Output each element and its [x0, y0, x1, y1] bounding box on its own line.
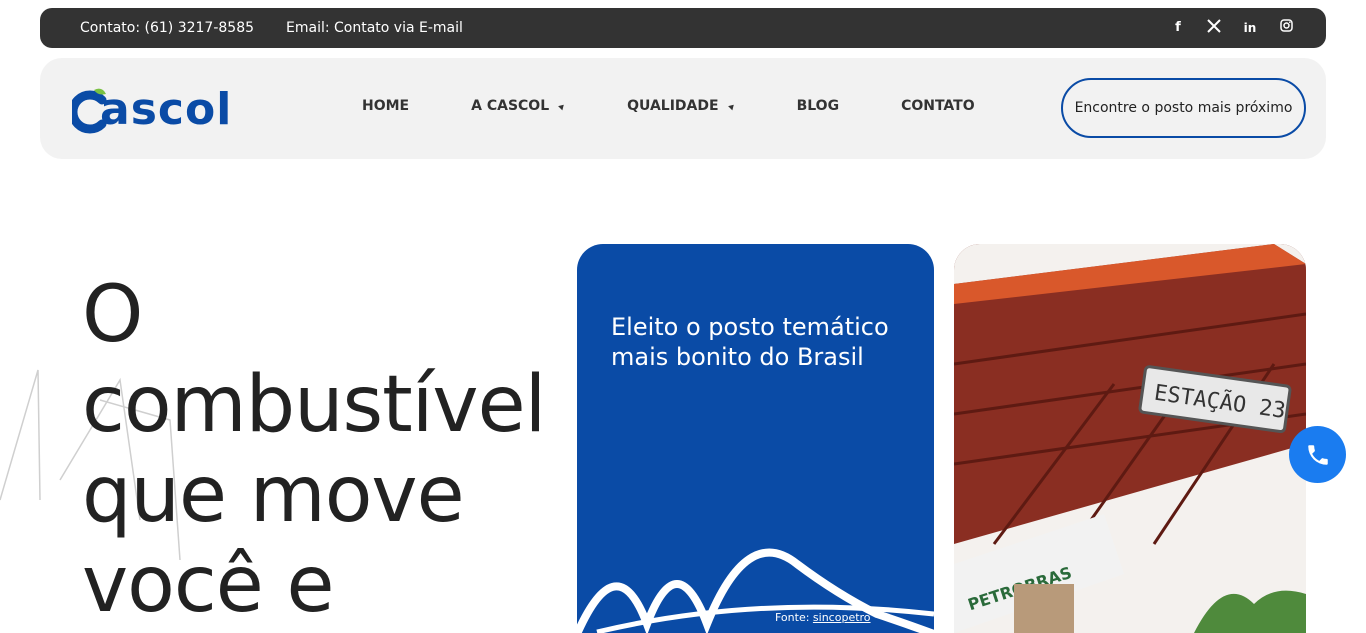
award-card: Eleito o posto temático mais bonito do B… [577, 244, 934, 633]
menu-home[interactable]: HOME [362, 98, 409, 114]
caret-down-icon [727, 102, 736, 110]
phone-icon [1307, 444, 1328, 465]
caret-down-icon [558, 102, 567, 110]
station-photo: ESTAÇÃO 23 PETROBRAS [954, 244, 1306, 633]
instagram-icon[interactable] [1278, 19, 1294, 37]
hero-line: você e [82, 540, 335, 630]
menu-a-cascol[interactable]: A CASCOL [471, 98, 567, 114]
find-station-button[interactable]: Encontre o posto mais próximo [1061, 78, 1306, 138]
menu-blog-label: BLOG [796, 98, 840, 114]
menu-contato-label: CONTATO [901, 98, 975, 114]
hero-line: combustível [82, 360, 546, 450]
social-links: f in [1170, 19, 1294, 37]
menu-contato[interactable]: CONTATO [901, 98, 975, 114]
contact-phone[interactable]: Contato: (61) 3217-8585 [80, 20, 254, 36]
arches-graphic [577, 548, 934, 633]
menu-qualidade[interactable]: QUALIDADE [627, 98, 736, 114]
award-headline: Eleito o posto temático mais bonito do B… [611, 313, 889, 371]
station-illustration: ESTAÇÃO 23 PETROBRAS [954, 244, 1306, 633]
hero-line: O [82, 270, 143, 360]
source-link[interactable]: sincopetro [813, 611, 871, 624]
source-prefix: Fonte: [775, 611, 813, 624]
hero-line: que move [82, 450, 465, 540]
linkedin-icon[interactable]: in [1242, 19, 1258, 37]
main-navbar: ascol HOME A CASCOL QUALIDADE BLOG CONTA… [40, 58, 1326, 159]
hero-title: O combustível que move você e [82, 270, 546, 630]
menu-qualidade-label: QUALIDADE [627, 98, 719, 114]
main-menu: HOME A CASCOL QUALIDADE BLOG CONTATO [362, 98, 1037, 114]
menu-blog[interactable]: BLOG [797, 98, 840, 114]
source-note: Fonte: sincopetro [775, 611, 871, 624]
cascol-logo[interactable]: ascol [72, 84, 252, 136]
logo-text: ascol [100, 84, 233, 135]
x-icon[interactable] [1206, 19, 1222, 37]
contact-email[interactable]: Email: Contato via E-mail [286, 20, 463, 36]
facebook-icon[interactable]: f [1170, 19, 1186, 37]
top-contact-bar: Contato: (61) 3217-8585 Email: Contato v… [40, 8, 1326, 48]
phone-call-button[interactable] [1289, 426, 1346, 483]
menu-a-cascol-label: A CASCOL [471, 98, 550, 114]
menu-home-label: HOME [362, 98, 410, 114]
